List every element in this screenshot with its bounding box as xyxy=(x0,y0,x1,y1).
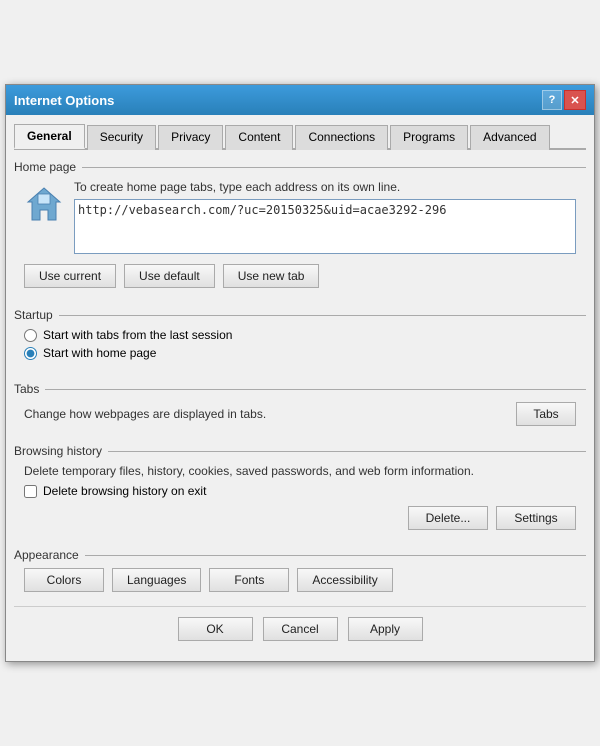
startup-home-radio[interactable] xyxy=(24,347,37,360)
history-description: Delete temporary files, history, cookies… xyxy=(24,464,576,478)
tabs-section: Change how webpages are displayed in tab… xyxy=(14,402,586,434)
ok-button[interactable]: OK xyxy=(178,617,253,641)
use-new-tab-button[interactable]: Use new tab xyxy=(223,264,320,288)
tab-connections[interactable]: Connections xyxy=(295,125,388,150)
startup-section: Start with tabs from the last session St… xyxy=(14,328,586,372)
colors-button[interactable]: Colors xyxy=(24,568,104,592)
browsing-history-header: Browsing history xyxy=(14,444,586,458)
house-icon xyxy=(24,184,64,224)
startup-tabs-radio[interactable] xyxy=(24,329,37,342)
apply-button[interactable]: Apply xyxy=(348,617,423,641)
tab-bar: General Security Privacy Content Connect… xyxy=(14,123,586,150)
home-page-section: To create home page tabs, type each addr… xyxy=(14,180,586,298)
bottom-button-bar: OK Cancel Apply xyxy=(14,606,586,653)
appearance-section: Colors Languages Fonts Accessibility xyxy=(14,568,586,600)
browsing-history-section: Delete temporary files, history, cookies… xyxy=(14,464,586,538)
tab-content[interactable]: Content xyxy=(225,125,293,150)
startup-tabs-label: Start with tabs from the last session xyxy=(43,328,232,342)
fonts-button[interactable]: Fonts xyxy=(209,568,289,592)
title-bar: Internet Options ? ✕ xyxy=(6,85,594,115)
delete-button[interactable]: Delete... xyxy=(408,506,488,530)
tab-programs[interactable]: Programs xyxy=(390,125,468,150)
appearance-header: Appearance xyxy=(14,548,586,562)
use-current-button[interactable]: Use current xyxy=(24,264,116,288)
delete-history-checkbox[interactable] xyxy=(24,485,37,498)
tab-privacy[interactable]: Privacy xyxy=(158,125,223,150)
settings-button[interactable]: Settings xyxy=(496,506,576,530)
help-button[interactable]: ? xyxy=(542,90,562,110)
accessibility-button[interactable]: Accessibility xyxy=(297,568,392,592)
close-button[interactable]: ✕ xyxy=(564,90,586,110)
tabs-section-header: Tabs xyxy=(14,382,586,396)
tab-general[interactable]: General xyxy=(14,124,85,149)
use-default-button[interactable]: Use default xyxy=(124,264,215,288)
startup-home-label: Start with home page xyxy=(43,346,156,360)
tab-advanced[interactable]: Advanced xyxy=(470,125,549,150)
cancel-button[interactable]: Cancel xyxy=(263,617,338,641)
home-page-url-input[interactable]: http://vebasearch.com/?uc=20150325&uid=a… xyxy=(74,199,576,254)
window-title: Internet Options xyxy=(14,93,114,108)
languages-button[interactable]: Languages xyxy=(112,568,201,592)
startup-header: Startup xyxy=(14,308,586,322)
home-page-header: Home page xyxy=(14,160,586,174)
home-page-description: To create home page tabs, type each addr… xyxy=(74,180,576,194)
tab-security[interactable]: Security xyxy=(87,125,156,150)
tabs-description: Change how webpages are displayed in tab… xyxy=(24,407,266,421)
delete-history-label: Delete browsing history on exit xyxy=(43,484,206,498)
tabs-button[interactable]: Tabs xyxy=(516,402,576,426)
